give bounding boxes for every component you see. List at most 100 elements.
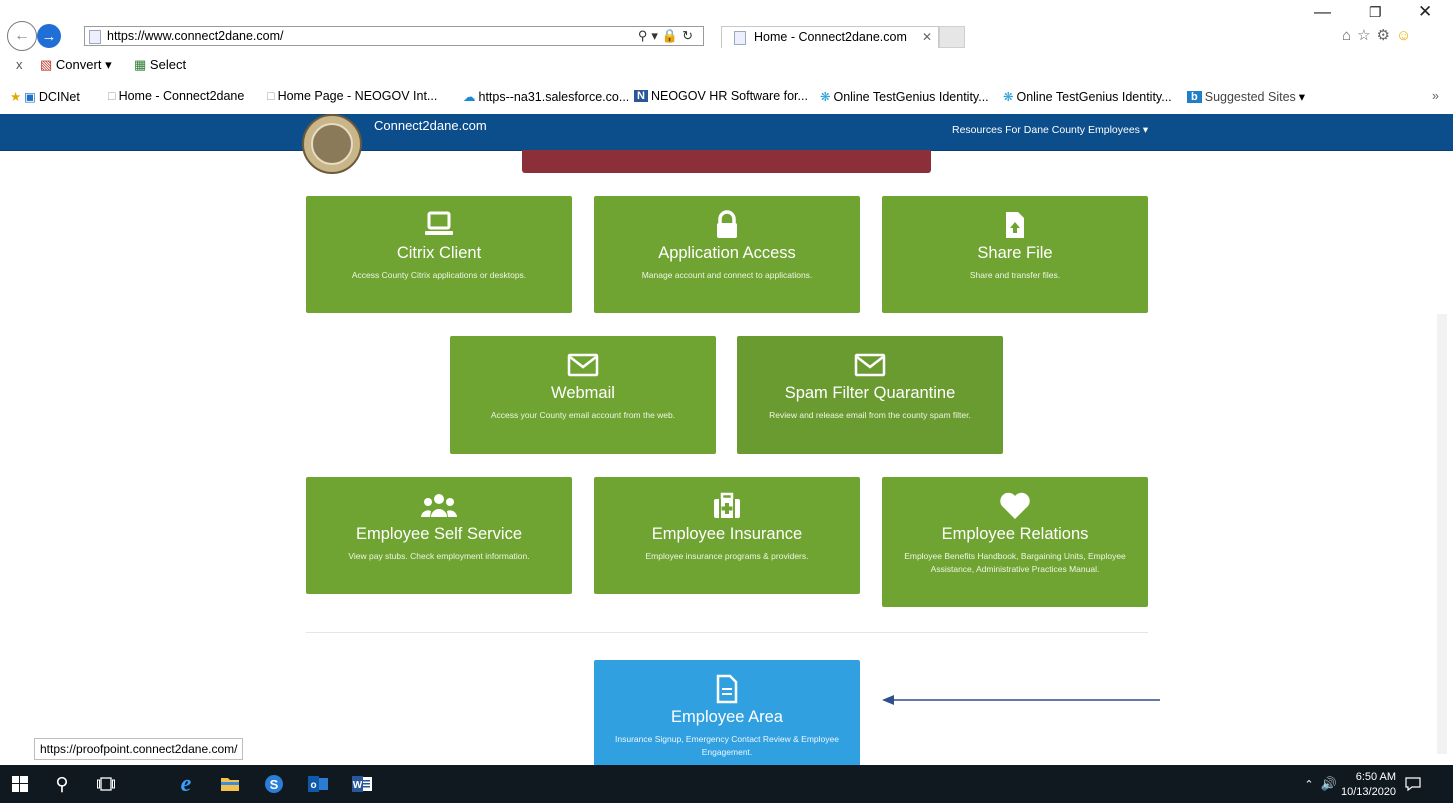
system-clock[interactable]: 6:50 AM 10/13/2020 xyxy=(1341,770,1396,800)
smiley-icon[interactable]: ☺ xyxy=(1396,27,1417,44)
tile-description: View pay stubs. Check employment informa… xyxy=(348,551,530,561)
citrix-client-tile[interactable]: Citrix Client Access County Citrix appli… xyxy=(306,196,572,313)
word-icon[interactable]: W xyxy=(340,765,384,803)
fav-item-testgenius-2[interactable]: ❋ Online TestGenius Identity... xyxy=(1003,89,1172,105)
resources-menu[interactable]: Resources For Dane County Employees ▾ xyxy=(952,124,1148,136)
more-favorites-icon[interactable]: » xyxy=(1432,89,1439,103)
favorites-star-icon[interactable]: ☆ xyxy=(1357,27,1376,44)
tile-description: Manage account and connect to applicatio… xyxy=(641,270,813,280)
fav-label: Home Page - NEOGOV Int... xyxy=(277,89,438,103)
windows-logo-icon xyxy=(12,776,28,792)
file-explorer-icon[interactable] xyxy=(208,765,252,803)
employee-insurance-tile[interactable]: Employee Insurance Employee insurance pr… xyxy=(594,477,860,594)
fav-item-testgenius-1[interactable]: ❋ Online TestGenius Identity... xyxy=(820,89,989,105)
tile-description: Access your County email account from th… xyxy=(490,410,676,420)
employee-area-tile[interactable]: Employee Area Insurance Signup, Emergenc… xyxy=(594,660,860,765)
search-icon[interactable]: ⚲ xyxy=(638,28,652,43)
status-bar-url: https://proofpoint.connect2dane.com/ xyxy=(34,738,244,760)
tile-title: Application Access xyxy=(658,244,796,262)
section-divider xyxy=(306,632,1148,633)
tile-description: Access County Citrix applications or des… xyxy=(351,270,527,280)
sparkle-icon: ❋ xyxy=(820,90,831,104)
clock-time: 6:50 AM xyxy=(1355,771,1397,783)
close-toolbar-icon[interactable]: x xyxy=(16,57,23,72)
refresh-icon[interactable]: ↻ xyxy=(682,28,697,43)
envelope-icon xyxy=(737,350,1003,380)
employee-relations-tile[interactable]: Employee Relations Employee Benefits Han… xyxy=(882,477,1148,607)
tab-home[interactable]: Home - Connect2dane.com ✕ xyxy=(721,26,939,48)
spam-filter-quarantine-tile[interactable]: Spam Filter Quarantine Review and releas… xyxy=(737,336,1003,454)
tile-title: Citrix Client xyxy=(396,244,482,262)
gear-icon[interactable]: ⚙ xyxy=(1377,27,1396,44)
page-scrollbar[interactable] xyxy=(1437,314,1447,754)
minimize-icon[interactable]: — xyxy=(1314,2,1331,22)
pdf-icon: ▧ xyxy=(40,57,53,72)
annotation-arrow-icon xyxy=(882,695,1160,705)
employee-self-service-tile[interactable]: Employee Self Service View pay stubs. Ch… xyxy=(306,477,572,594)
fav-label: Home - Connect2dane xyxy=(118,89,245,103)
start-button[interactable] xyxy=(0,765,40,803)
volume-icon[interactable]: 🔊 xyxy=(1318,765,1340,803)
laptop-icon xyxy=(306,210,572,240)
convert-label: Convert xyxy=(55,57,102,72)
search-icon[interactable]: ⚲ xyxy=(40,765,84,803)
windows-taskbar: ⚲ e S o W ⌃ 🔊 6:50 AM 10/13/2020 xyxy=(0,765,1453,803)
page-icon xyxy=(734,31,746,45)
convert-button[interactable]: ▧ Convert ▾ xyxy=(40,57,112,73)
task-view-icon[interactable] xyxy=(84,765,128,803)
restore-icon[interactable]: ❐ xyxy=(1369,4,1382,21)
fav-label: Online TestGenius Identity... xyxy=(1016,89,1172,104)
close-window-icon[interactable]: ✕ xyxy=(1418,2,1432,22)
webmail-tile[interactable]: Webmail Access your County email account… xyxy=(450,336,716,454)
application-access-tile[interactable]: Application Access Manage account and co… xyxy=(594,196,860,313)
tile-description: Share and transfer files. xyxy=(969,270,1061,280)
tile-title: Share File xyxy=(977,244,1053,262)
home-icon[interactable]: ⌂ xyxy=(1342,27,1357,44)
site-brand[interactable]: Connect2dane.com xyxy=(374,118,487,133)
tile-title: Employee Relations xyxy=(941,525,1089,543)
select-icon: ▦ xyxy=(134,57,147,72)
forward-button[interactable]: → xyxy=(37,24,61,48)
address-url[interactable]: https://www.connect2dane.com/ xyxy=(107,29,283,43)
browser-chrome: ← → https://www.connect2dane.com/ ⚲▾🔒↻ H… xyxy=(0,0,1453,114)
action-center-icon[interactable] xyxy=(1398,765,1428,803)
page-icon: □ xyxy=(108,89,116,103)
fav-item-neogov-home[interactable]: □ Home Page - NEOGOV Int... xyxy=(267,89,437,103)
browser-toolbar-icons: ⌂☆⚙☺ xyxy=(1342,26,1417,44)
fav-item-dcinet[interactable]: ▣ DCINet xyxy=(24,89,80,105)
address-bar[interactable]: https://www.connect2dane.com/ ⚲▾🔒↻ xyxy=(84,26,704,46)
back-arrow-icon: ← xyxy=(14,27,30,44)
internet-explorer-icon[interactable]: e xyxy=(164,765,208,803)
back-button[interactable]: ← xyxy=(7,21,37,51)
county-seal-logo[interactable] xyxy=(302,114,362,174)
fav-item-neogov-hr[interactable]: N NEOGOV HR Software for... xyxy=(634,89,808,103)
fav-item-suggested-sites[interactable]: b Suggested Sites ▾ xyxy=(1187,89,1305,104)
medkit-icon xyxy=(594,491,860,521)
skype-icon[interactable]: S xyxy=(252,765,296,803)
svg-text:W: W xyxy=(353,780,363,791)
clock-date: 10/13/2020 xyxy=(1341,786,1397,798)
tile-description: Review and release email from the county… xyxy=(769,410,971,420)
lock-icon xyxy=(594,210,860,240)
close-tab-icon[interactable]: ✕ xyxy=(922,30,932,44)
chevron-up-icon[interactable]: ⌃ xyxy=(1300,765,1318,803)
bing-icon: b xyxy=(1187,90,1202,103)
site-navbar: Connect2dane.com Resources For Dane Coun… xyxy=(0,114,1453,151)
cloud-icon: ☁ xyxy=(463,90,476,104)
fav-item-salesforce[interactable]: ☁ https--na31.salesforce.co... xyxy=(463,89,629,105)
address-tools: ⚲▾🔒↻ xyxy=(638,28,697,44)
tab-title: Home - Connect2dane.com xyxy=(754,30,907,44)
select-button[interactable]: ▦ Select xyxy=(134,57,186,73)
favorites-star-icon[interactable]: ★ xyxy=(10,89,21,104)
fav-label: DCINet xyxy=(38,89,80,104)
tile-title: Spam Filter Quarantine xyxy=(784,384,956,402)
outlook-icon[interactable]: o xyxy=(296,765,340,803)
new-tab-button[interactable] xyxy=(939,26,965,48)
tile-title: Employee Insurance xyxy=(651,525,803,543)
share-file-tile[interactable]: Share File Share and transfer files. xyxy=(882,196,1148,313)
dropdown-icon[interactable]: ▾ xyxy=(651,28,662,43)
tile-description: Employee Benefits Handbook, Bargaining U… xyxy=(904,551,1126,574)
document-icon xyxy=(594,674,860,704)
fav-item-home-connect2dane[interactable]: □ Home - Connect2dane xyxy=(108,89,244,103)
lock-icon[interactable]: 🔒 xyxy=(662,28,682,43)
